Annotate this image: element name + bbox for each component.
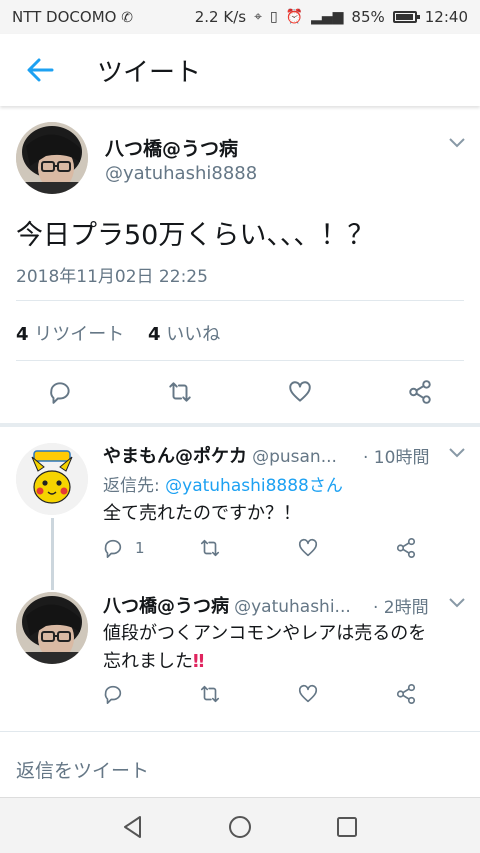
share-icon <box>409 380 431 404</box>
reply-text-line: 値段がつくアンコモンやレアは売るのを <box>103 623 427 644</box>
reply-to-handle-link[interactable]: @yatuhashi8888さん <box>165 476 343 496</box>
chevron-down-icon[interactable] <box>449 138 465 148</box>
home-circle-icon[interactable] <box>227 814 253 840</box>
like-count: 4 <box>148 324 161 345</box>
share-icon <box>396 538 416 558</box>
status-icons: 2.2 K/s ⌖ ▯ ⏰ ▂▄▆ 85% 12:40 <box>195 8 468 26</box>
retweet-count: 4 <box>16 324 29 345</box>
pikachu-avatar-icon <box>16 443 88 515</box>
retweet-label: リツイート <box>34 324 125 345</box>
battery-percent: 85% <box>351 8 385 26</box>
like-button[interactable] <box>287 379 313 405</box>
reply-text: 値段がつくアンコモンやレアは売るのを 忘れました‼ <box>103 620 426 676</box>
signal-icon: ▂▄▆ <box>311 9 344 25</box>
network-speed: 2.2 K/s <box>194 8 247 26</box>
back-button[interactable] <box>24 54 56 86</box>
retweet-button[interactable] <box>167 379 193 405</box>
share-button[interactable] <box>395 537 417 559</box>
share-button[interactable] <box>407 379 433 405</box>
reply-count: 1 <box>135 539 145 557</box>
divider <box>16 300 464 301</box>
screen: NTT DOCOMO ✆ 2.2 K/s ⌖ ▯ ⏰ ▂▄▆ 85% 12:40… <box>0 0 480 853</box>
section-separator <box>0 423 480 427</box>
chevron-down-icon[interactable] <box>449 448 465 458</box>
author-avatar[interactable] <box>16 122 88 194</box>
chevron-down-icon[interactable] <box>449 598 465 608</box>
reply-icon <box>104 539 122 558</box>
reply-icon <box>50 382 70 404</box>
reply-to-suffix: さん <box>308 476 343 496</box>
tweet-text: 今日プラ50万くらい、、、！？ <box>16 220 375 251</box>
reply-button[interactable] <box>47 379 73 405</box>
divider <box>16 360 464 361</box>
author-name[interactable]: 八つ橋@うつ病 <box>105 134 238 161</box>
like-label: いいね <box>166 324 221 345</box>
reply-to-prefix: 返信先: <box>103 476 166 496</box>
like-button[interactable] <box>297 537 319 559</box>
carrier-area: NTT DOCOMO ✆ <box>12 8 133 26</box>
arrow-left-icon <box>27 58 54 82</box>
reply-time: · 10時間 <box>363 448 430 468</box>
carrier-text: NTT DOCOMO <box>12 8 117 26</box>
recents-square-icon[interactable] <box>334 814 360 840</box>
author-handle[interactable]: @yatuhashi8888 <box>105 163 257 184</box>
reply-to-line: 返信先: @yatuhashi8888さん <box>103 471 343 496</box>
battery-icon <box>392 11 420 23</box>
reply-input-placeholder[interactable]: 返信をツイート <box>16 756 149 783</box>
reply-author-name[interactable]: やまもん@ポケカ <box>103 446 247 467</box>
tweet-stats: 4 リツイート 4 いいね <box>16 320 220 346</box>
share-button[interactable] <box>395 683 417 705</box>
reply-author-handle[interactable]: @pusan... <box>252 447 337 467</box>
page-title: ツイート <box>97 58 202 88</box>
app-header: ツイート <box>0 34 480 106</box>
heart-icon <box>298 684 318 703</box>
heart-icon <box>289 381 311 402</box>
reply-avatar[interactable] <box>16 592 88 664</box>
retweet-button[interactable] <box>199 683 221 705</box>
status-bar: NTT DOCOMO ✆ 2.2 K/s ⌖ ▯ ⏰ ▂▄▆ 85% 12:40 <box>0 0 480 34</box>
heart-icon <box>298 538 318 557</box>
reply-text: 全て売れたのですか？！ <box>103 503 301 524</box>
reply-to-handle: @yatuhashi8888 <box>165 476 309 496</box>
reply-button[interactable] <box>102 683 124 705</box>
reply-text-line: 忘れました‼ <box>103 651 205 672</box>
retweet-icon <box>200 685 220 703</box>
whatsapp-icon: ✆ <box>121 10 133 26</box>
reply-icon <box>104 685 122 704</box>
retweet-stat[interactable]: 4 リツイート <box>16 324 124 345</box>
thread-line <box>51 518 54 590</box>
like-stat[interactable]: 4 いいね <box>148 324 220 345</box>
reply-time: · 2時間 <box>373 598 429 618</box>
avatar-photo <box>16 592 88 664</box>
location-icon: ⌖ <box>254 9 262 25</box>
like-button[interactable] <box>297 683 319 705</box>
reply-avatar[interactable] <box>16 443 88 515</box>
exclamation-emoji: ‼ <box>193 651 205 672</box>
reply-button[interactable] <box>102 537 124 559</box>
avatar-photo <box>16 122 88 194</box>
reply-composer[interactable]: 返信をツイート <box>0 731 480 797</box>
alarm-icon: ⏰ <box>285 9 304 25</box>
retweet-icon <box>200 539 220 557</box>
tweet-timestamp: 2018年11月02日 22:25 <box>16 267 208 287</box>
reply-author-name[interactable]: 八つ橋@うつ病 <box>103 596 229 617</box>
share-icon <box>396 684 416 704</box>
reply-header: 八つ橋@うつ病 @yatuhashi... <box>103 592 373 618</box>
system-nav-bar <box>0 797 480 853</box>
retweet-icon <box>169 382 191 402</box>
reply-header: やまもん@ポケカ @pusan... <box>103 442 373 468</box>
reply-author-handle[interactable]: @yatuhashi... <box>234 597 351 617</box>
back-triangle-icon[interactable] <box>120 814 146 840</box>
retweet-button[interactable] <box>199 537 221 559</box>
clock: 12:40 <box>424 8 468 26</box>
vibrate-icon: ▯ <box>269 9 278 25</box>
